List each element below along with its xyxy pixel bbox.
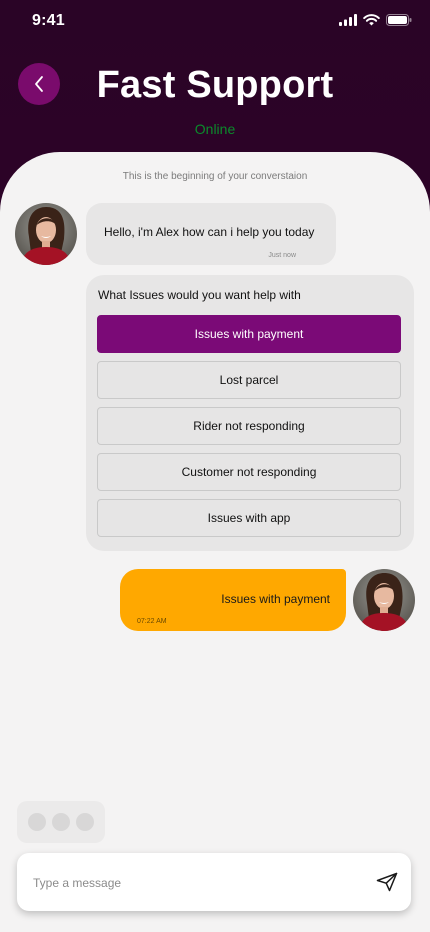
page-title: Fast Support xyxy=(96,64,334,106)
online-status: Online xyxy=(194,121,236,137)
option-rider-not-responding[interactable]: Rider not responding xyxy=(97,407,401,445)
agent-message-bubble: Hello, i'm Alex how can i help you today… xyxy=(86,203,336,265)
status-icons xyxy=(339,14,412,26)
option-issues-with-app[interactable]: Issues with app xyxy=(97,499,401,537)
option-lost-parcel[interactable]: Lost parcel xyxy=(97,361,401,399)
agent-message-time: Just now xyxy=(268,252,296,259)
user-message-text: Issues with payment xyxy=(221,592,330,606)
support-chat-screen: 9:41 Fast Support Online This is the beg… xyxy=(0,0,430,932)
user-avatar xyxy=(353,569,415,631)
agent-avatar xyxy=(15,203,77,265)
message-composer xyxy=(17,853,411,913)
status-bar: 9:41 xyxy=(0,0,430,44)
options-prompt: What Issues would you want help with xyxy=(98,288,301,302)
user-message-time: 07:22 AM xyxy=(137,618,167,625)
signal-icon xyxy=(339,14,357,26)
user-message-bubble: Issues with payment 07:22 AM xyxy=(120,569,346,631)
typing-indicator xyxy=(17,801,105,843)
typing-dot xyxy=(52,813,70,831)
status-time: 9:41 xyxy=(32,12,65,29)
battery-icon xyxy=(386,14,412,26)
message-input[interactable] xyxy=(31,853,355,913)
conversation-start-note: This is the beginning of your converstai… xyxy=(122,171,308,182)
agent-message-text: Hello, i'm Alex how can i help you today xyxy=(104,225,315,239)
send-icon xyxy=(376,872,398,892)
option-customer-not-responding[interactable]: Customer not responding xyxy=(97,453,401,491)
typing-dot xyxy=(76,813,94,831)
option-issues-with-payment[interactable]: Issues with payment xyxy=(97,315,401,353)
send-button[interactable] xyxy=(375,871,399,893)
issue-options-card: What Issues would you want help with Iss… xyxy=(86,275,414,551)
wifi-icon xyxy=(363,14,380,26)
typing-dot xyxy=(28,813,46,831)
chat-panel: This is the beginning of your converstai… xyxy=(0,152,430,932)
